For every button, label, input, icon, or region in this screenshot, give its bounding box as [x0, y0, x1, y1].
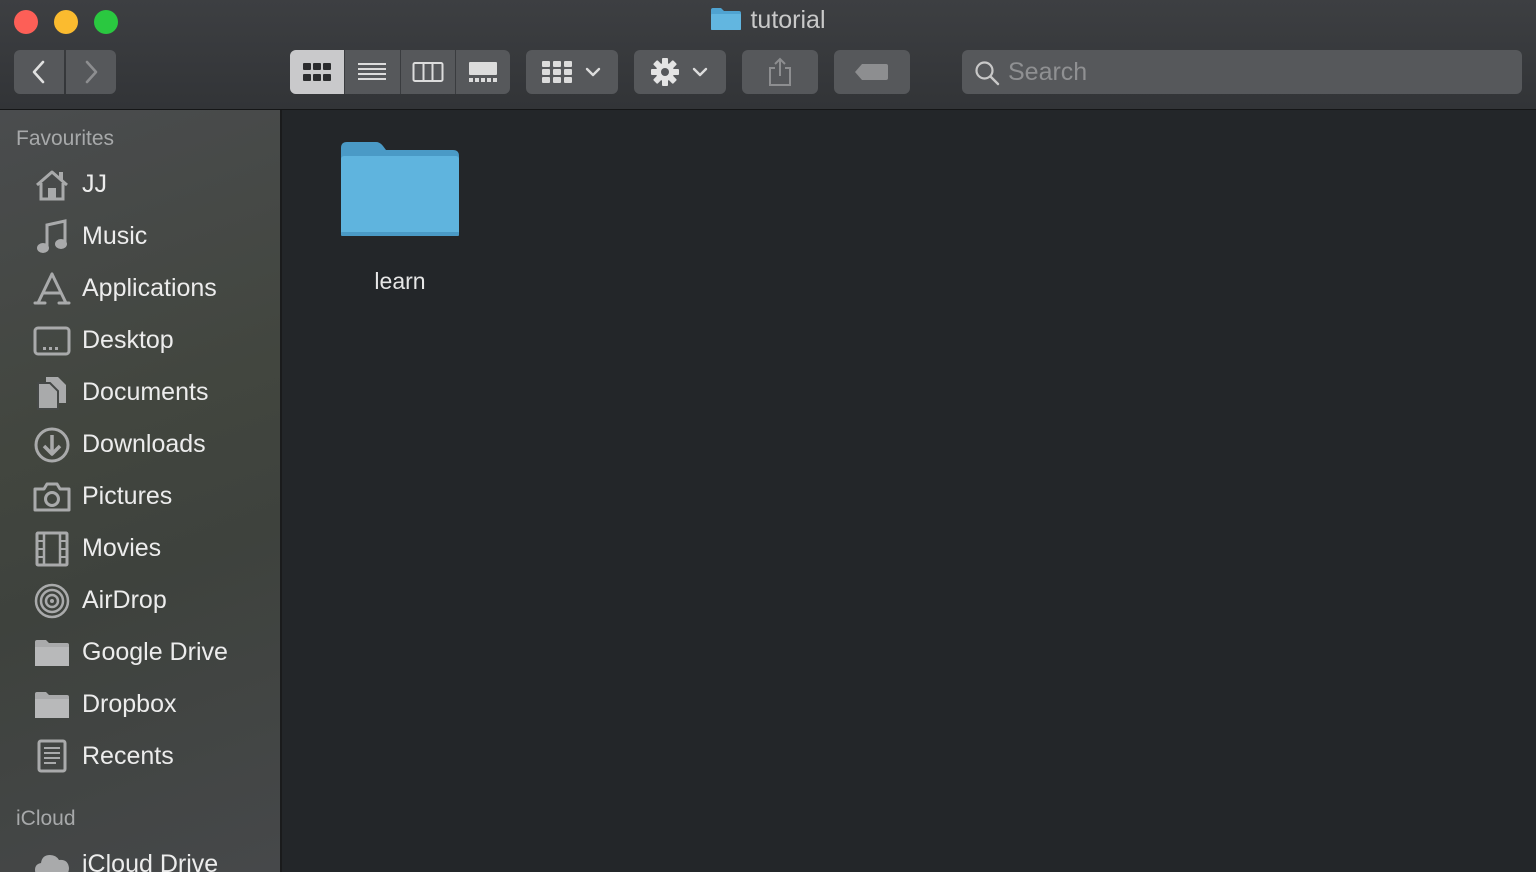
search-field[interactable]	[962, 50, 1522, 94]
sidebar-item-jj[interactable]: JJ	[32, 164, 272, 206]
chevron-down-icon	[585, 67, 601, 77]
column-view-button[interactable]	[401, 50, 456, 94]
airdrop-icon	[32, 581, 72, 621]
share-button[interactable]	[742, 50, 818, 94]
camera-icon	[32, 477, 72, 517]
sidebar-item-label: Dropbox	[82, 690, 177, 718]
gallery-view-icon	[468, 62, 497, 82]
search-input[interactable]	[1008, 56, 1508, 88]
view-mode-control	[290, 50, 510, 94]
sidebar-item-label: Documents	[82, 378, 209, 406]
forward-button[interactable]	[66, 50, 116, 94]
sidebar-item-label: JJ	[82, 170, 107, 198]
tag-button[interactable]	[834, 50, 910, 94]
gallery-view-button[interactable]	[456, 50, 510, 94]
folder-icon	[341, 142, 459, 236]
folder-icon	[710, 7, 742, 38]
chevron-down-icon	[692, 67, 708, 77]
finder-window: tutorial Search Favourites JJ Music Appl…	[0, 0, 1536, 872]
film-icon	[32, 529, 72, 569]
chevron-right-icon	[85, 60, 98, 84]
sidebar-item-label: Movies	[82, 534, 162, 562]
applications-icon	[32, 269, 72, 309]
gear-icon	[651, 58, 679, 86]
sidebar-item-dropbox[interactable]: Dropbox	[32, 684, 272, 726]
sidebar-item-label: Applications	[82, 274, 217, 302]
group-by-button[interactable]	[526, 50, 618, 94]
desktop-icon	[32, 321, 72, 361]
folder-icon	[32, 633, 72, 673]
sidebar-item-icloud-drive[interactable]: iCloud Drive	[32, 844, 272, 872]
sidebar-item-label: Downloads	[82, 430, 206, 458]
sidebar-item-label: iCloud Drive	[82, 850, 219, 872]
icloud-heading: iCloud	[16, 807, 76, 830]
window-title-text: tutorial	[750, 6, 826, 34]
sidebar-item-music[interactable]: Music	[32, 216, 272, 258]
sidebar-item-movies[interactable]: Movies	[32, 528, 272, 570]
cloud-icon	[32, 845, 72, 872]
sidebar-item-label: Google Drive	[82, 638, 228, 666]
file-area: learn	[282, 110, 1536, 872]
sidebar-item-documents[interactable]: Documents	[32, 372, 272, 414]
sidebar-item-pictures[interactable]: Pictures	[32, 476, 272, 518]
list-view-icon	[358, 63, 387, 80]
sidebar-item-label: AirDrop	[82, 586, 167, 614]
action-button[interactable]	[634, 50, 726, 94]
title-bar: tutorial	[0, 0, 1536, 110]
window-title: tutorial	[0, 6, 1536, 38]
folder-name: learn	[374, 268, 426, 294]
documents-icon	[32, 373, 72, 413]
share-icon	[769, 57, 791, 86]
favourites-heading: Favourites	[16, 127, 115, 150]
folder-icon	[32, 685, 72, 725]
back-button[interactable]	[14, 50, 64, 94]
chevron-left-icon	[32, 60, 45, 84]
music-note-icon	[32, 217, 72, 257]
sidebar-item-desktop[interactable]: Desktop	[32, 320, 272, 362]
sidebar-item-applications[interactable]: Applications	[32, 268, 272, 310]
sidebar-item-downloads[interactable]: Downloads	[32, 424, 272, 466]
sidebar-item-label: Recents	[82, 742, 174, 770]
sidebar-item-label: Desktop	[82, 326, 174, 354]
sidebar-item-airdrop[interactable]: AirDrop	[32, 580, 272, 622]
sidebar-item-recents[interactable]: Recents	[32, 736, 272, 778]
sidebar-item-label: Pictures	[82, 482, 173, 510]
recents-icon	[32, 737, 72, 777]
search-icon	[975, 61, 1000, 86]
group-by-icon	[542, 61, 572, 83]
icon-view-icon	[303, 63, 332, 81]
list-view-button[interactable]	[345, 50, 401, 94]
icon-view-button[interactable]	[290, 50, 346, 94]
tag-icon	[855, 64, 888, 80]
column-view-icon	[412, 62, 444, 82]
downloads-icon	[32, 425, 72, 465]
folder-item[interactable]: learn	[338, 138, 462, 308]
sidebar: Favourites JJ Music Applications Desktop	[0, 110, 282, 872]
sidebar-item-label: Music	[82, 222, 148, 250]
home-icon	[32, 165, 72, 205]
sidebar-item-google-drive[interactable]: Google Drive	[32, 632, 272, 674]
